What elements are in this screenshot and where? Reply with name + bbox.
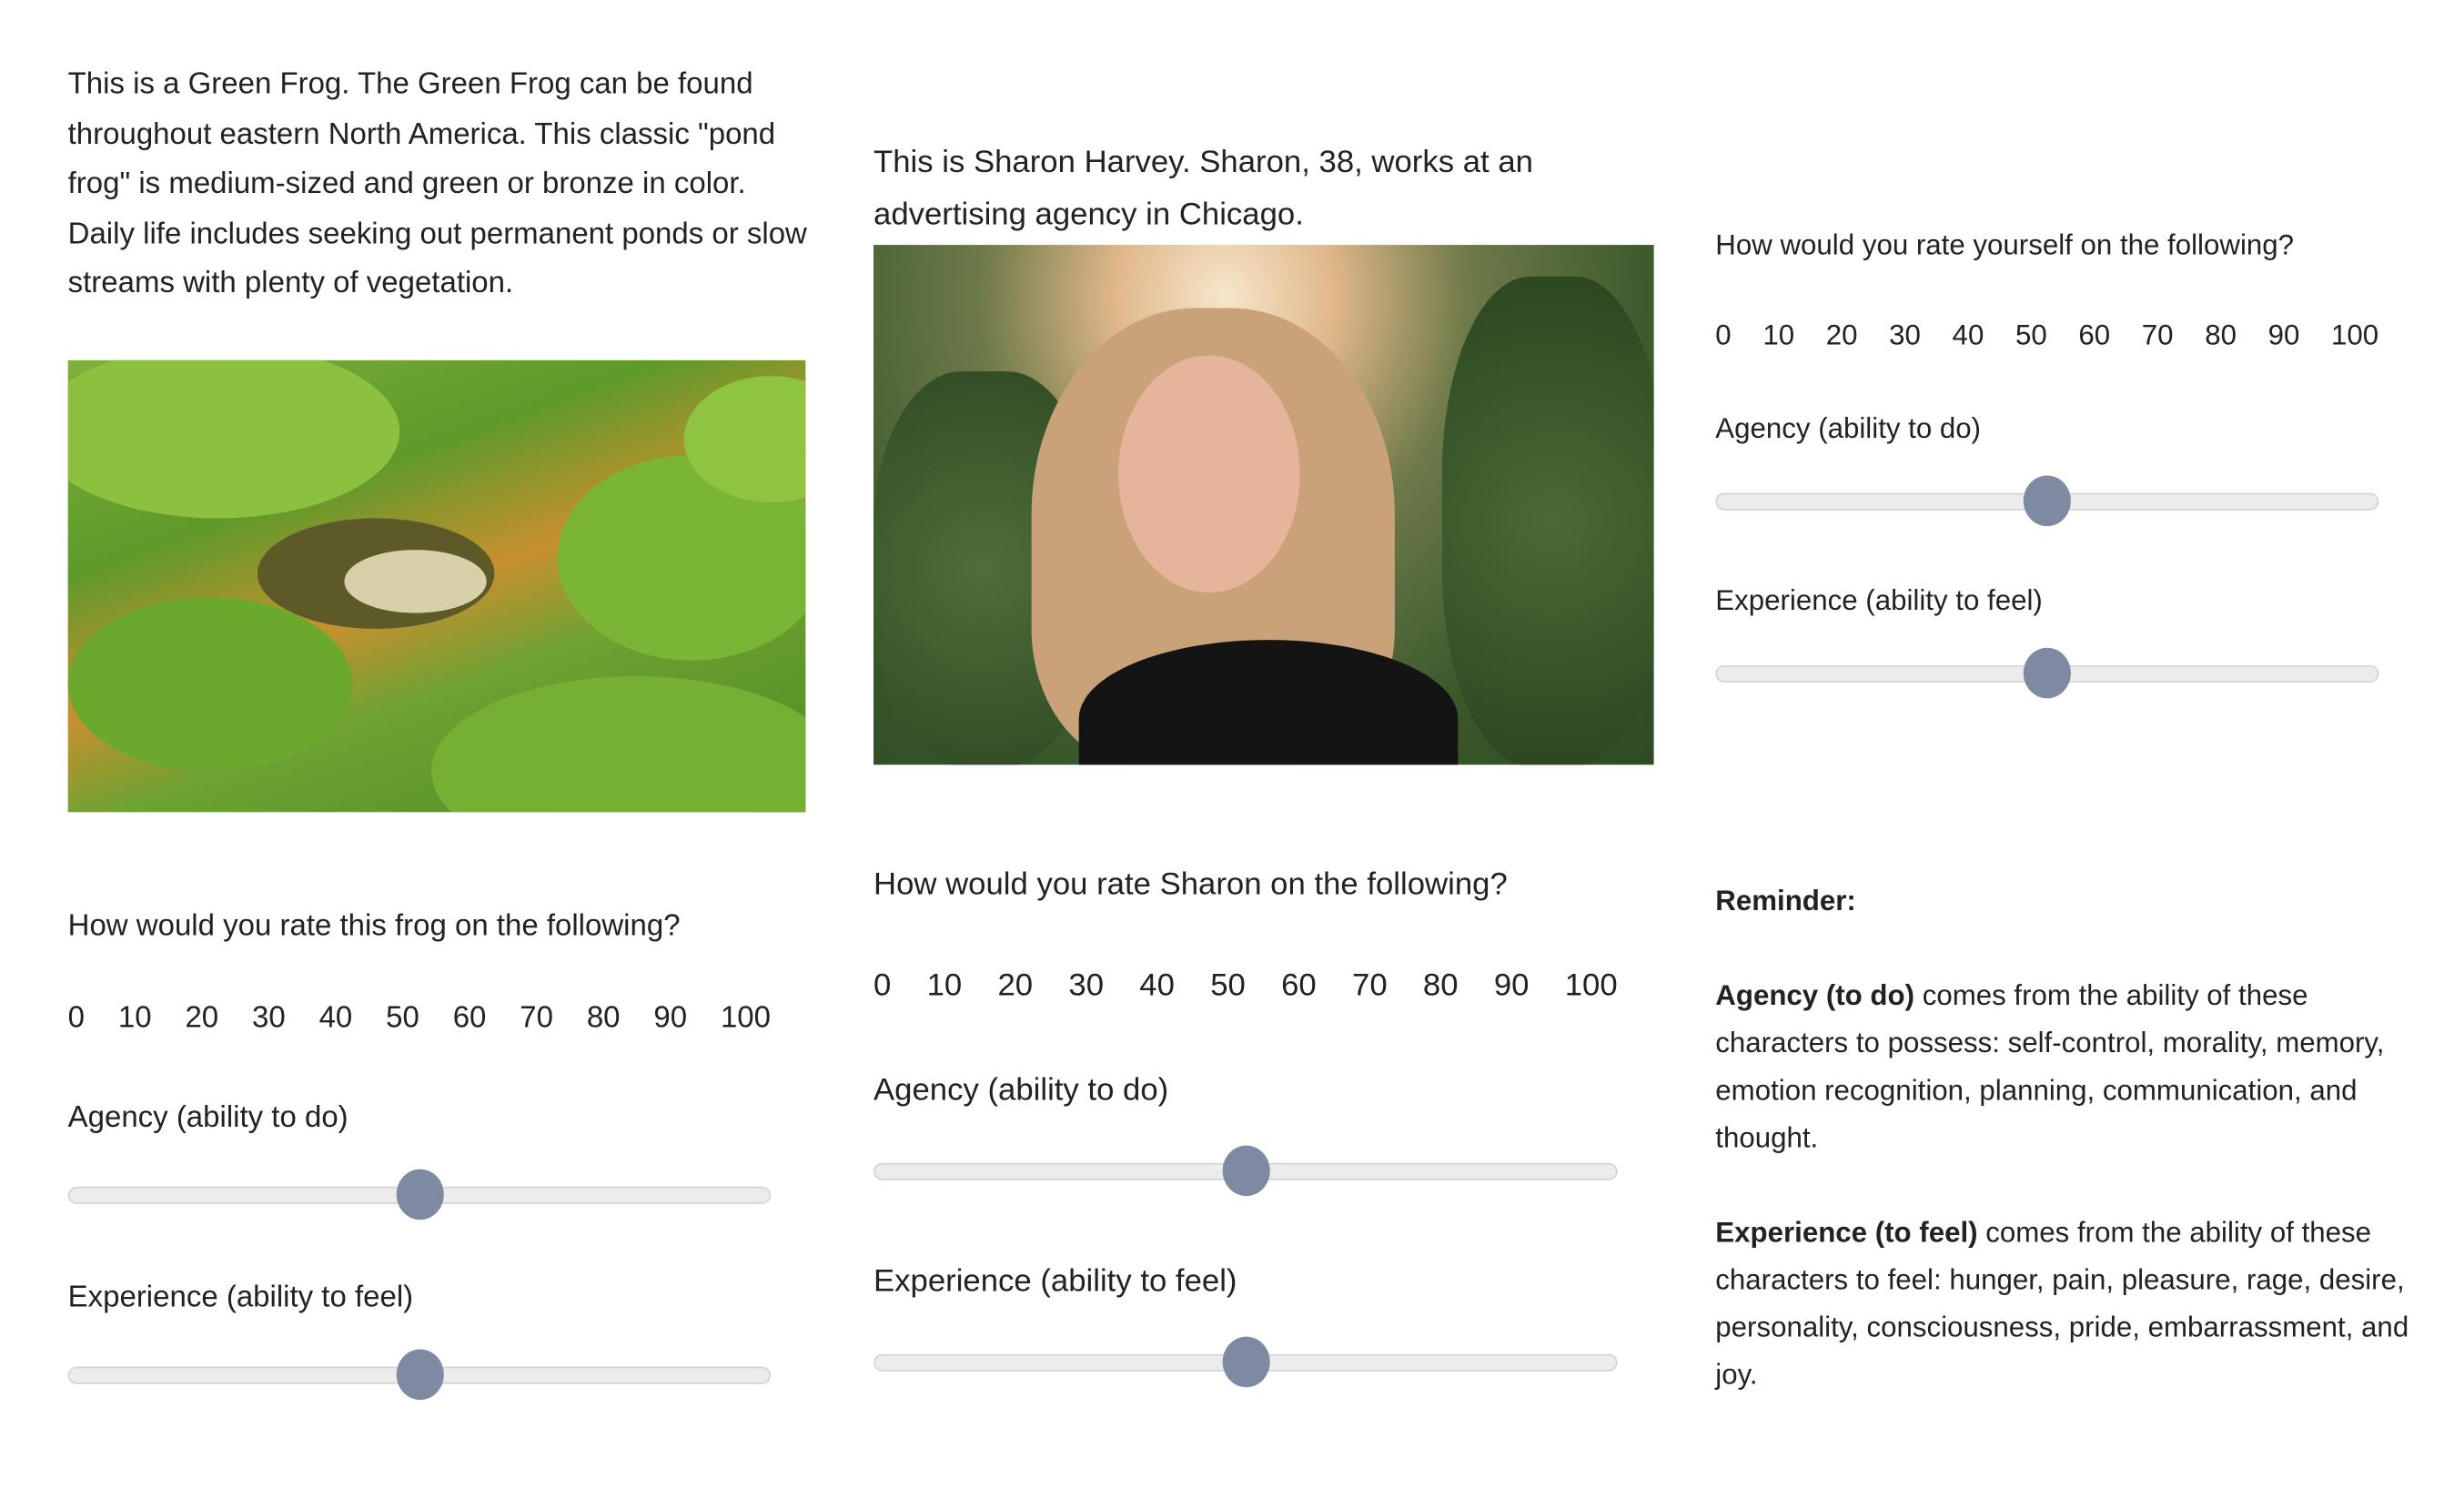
self-scale-labels: 0 10 20 30 40 50 60 70 80 90 100 (1715, 311, 2378, 359)
survey-page: This is a Green Frog. The Green Frog can… (0, 0, 2464, 1509)
reminder-title: Reminder: (1715, 885, 1856, 917)
tick-label: 90 (1493, 968, 1530, 1004)
person-image (874, 245, 1654, 765)
tick-label: 60 (1281, 968, 1317, 1004)
experience-term: Experience (to feel) (1715, 1216, 1978, 1249)
tick-label: 80 (2205, 319, 2237, 351)
tick-label: 20 (997, 968, 1034, 1004)
tick-label: 100 (720, 1001, 771, 1036)
tick-label: 40 (1952, 319, 1984, 351)
tick-label: 100 (1564, 968, 1618, 1004)
reminder-agency-paragraph: Agency (to do) comes from the ability of… (1715, 972, 2410, 1161)
slider-thumb[interactable] (395, 1349, 443, 1401)
tick-label: 90 (2267, 319, 2300, 351)
tick-label: 60 (2078, 319, 2111, 351)
slider-thumb[interactable] (2023, 647, 2071, 699)
frog-scale-labels: 0 10 20 30 40 50 60 70 80 90 100 (68, 994, 772, 1044)
tick-label: 40 (318, 1001, 353, 1036)
frog-experience-label: Experience (ability to feel) (67, 1281, 414, 1315)
self-experience-label: Experience (ability to feel) (1715, 584, 2043, 617)
tick-label: 10 (117, 1001, 152, 1036)
tick-label: 60 (452, 1001, 487, 1036)
person-experience-slider[interactable] (874, 1336, 1618, 1388)
tick-label: 0 (874, 968, 892, 1004)
tick-label: 30 (1068, 968, 1105, 1004)
agency-term: Agency (to do) (1715, 979, 1915, 1012)
frog-image (67, 360, 806, 813)
self-question: How would you rate yourself on the follo… (1715, 228, 2295, 261)
slider-thumb[interactable] (1221, 1336, 1269, 1388)
tick-label: 10 (926, 968, 963, 1004)
person-description: This is Sharon Harvey. Sharon, 38, works… (874, 145, 1533, 233)
tick-label: 10 (1762, 319, 1795, 351)
tick-label: 30 (1889, 319, 1921, 351)
frog-question: How would you rate this frog on the foll… (67, 909, 681, 944)
self-agency-label: Agency (ability to do) (1715, 412, 1982, 444)
tick-label: 80 (1422, 968, 1459, 1004)
tick-label: 100 (2331, 319, 2379, 351)
tick-label: 50 (386, 1001, 419, 1036)
tick-label: 20 (1825, 319, 1858, 351)
person-agency-slider[interactable] (874, 1145, 1618, 1197)
tick-label: 70 (520, 1001, 553, 1036)
tick-label: 20 (185, 1001, 219, 1036)
frog-agency-label: Agency (ability to do) (67, 1100, 348, 1135)
tick-label: 50 (1210, 968, 1246, 1004)
frog-description: This is a Green Frog. The Green Frog can… (67, 67, 807, 300)
slider-thumb[interactable] (2023, 475, 2071, 527)
frog-agency-slider[interactable] (67, 1169, 772, 1220)
tick-label: 80 (586, 1001, 621, 1036)
tick-label: 90 (653, 1001, 688, 1036)
tick-label: 70 (2141, 319, 2174, 351)
frog-experience-slider[interactable] (67, 1349, 772, 1401)
person-agency-label: Agency (ability to do) (874, 1072, 1169, 1108)
tick-label: 70 (1352, 968, 1388, 1004)
tick-label: 40 (1139, 968, 1175, 1004)
tick-label: 0 (67, 1001, 86, 1036)
tick-label: 50 (2015, 319, 2047, 351)
tick-label: 30 (252, 1001, 286, 1036)
tick-label: 0 (1715, 319, 1732, 351)
person-question: How would you rate Sharon on the followi… (874, 867, 1508, 903)
reminder-experience-paragraph: Experience (to feel) comes from the abil… (1715, 1209, 2419, 1398)
self-agency-slider[interactable] (1715, 475, 2379, 527)
slider-thumb[interactable] (395, 1169, 443, 1220)
slider-thumb[interactable] (1221, 1145, 1269, 1197)
person-scale-labels: 0 10 20 30 40 50 60 70 80 90 100 (874, 960, 1618, 1012)
self-experience-slider[interactable] (1715, 647, 2379, 699)
person-experience-label: Experience (ability to feel) (874, 1263, 1237, 1299)
